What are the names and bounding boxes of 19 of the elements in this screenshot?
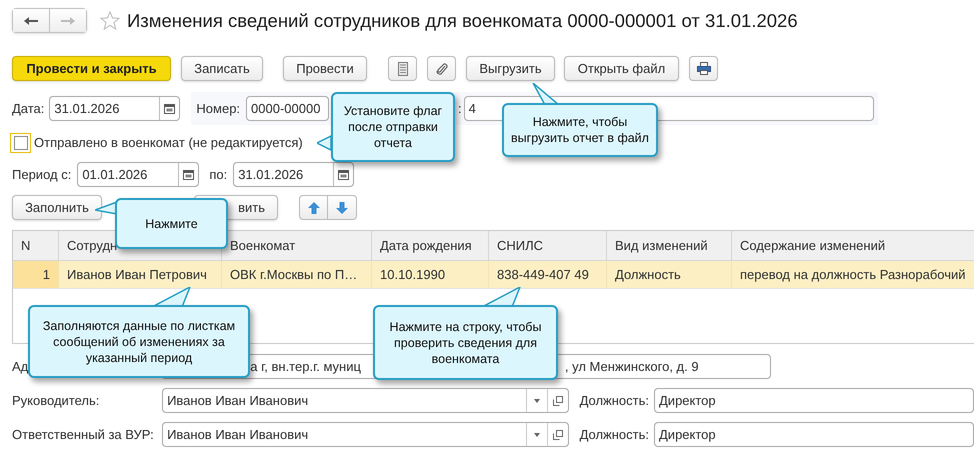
table-cell: 1 [13, 261, 59, 288]
field-label: : [458, 100, 462, 118]
number-label: Номер: [196, 100, 240, 118]
position-label: Должность: [580, 392, 649, 410]
date-label: Дата: [12, 100, 44, 118]
address-label: Ад [12, 358, 28, 376]
period-to-label: по: [209, 166, 228, 184]
table-cell: ОВК г.Москвы по П… [222, 261, 372, 288]
person-label: Руководитель: [12, 392, 100, 410]
checkbox-label: Отправлено в военкомат (не редактируется) [34, 134, 303, 152]
callout-tooltip: Установите флаг после отправки отчета [331, 92, 455, 162]
table-cell: перевод на должность Разнорабочий [732, 261, 974, 288]
period-from-label: Период с: [12, 166, 72, 184]
person-label: Ответственный за ВУР: [12, 426, 155, 444]
table-cell: 10.10.1990 [372, 261, 489, 288]
callout-tooltip: Нажмите [115, 198, 228, 249]
table-cell: Должность [607, 261, 732, 288]
window-title: Изменения сведений сотрудников для военкомата 0000-000001 от 31.01.2026 [127, 8, 798, 33]
position-label: Должность: [580, 426, 649, 444]
